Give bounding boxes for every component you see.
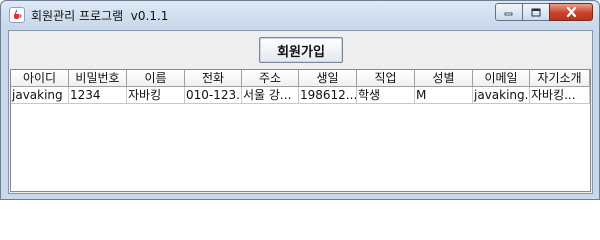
title-bar[interactable]: 회원관리 프로그램 v0.1.1 [1, 1, 599, 29]
column-header-birthday[interactable]: 생일 [299, 70, 357, 87]
column-header-email[interactable]: 이메일 [473, 70, 530, 87]
close-button[interactable] [549, 3, 593, 21]
column-header-password[interactable]: 비밀번호 [69, 70, 127, 87]
window-title: 회원관리 프로그램 v0.1.1 [31, 9, 169, 23]
table-header: 아이디 비밀번호 이름 전화 주소 생일 직업 성별 이메일 자기소개 [11, 70, 590, 87]
column-header-id[interactable]: 아이디 [11, 70, 69, 87]
join-member-button[interactable]: 회원가입 [259, 37, 343, 63]
java-cup-icon [9, 7, 25, 23]
column-header-intro[interactable]: 자기소개 [530, 70, 590, 87]
minimize-button[interactable] [495, 3, 522, 21]
cell-gender[interactable]: M [415, 87, 473, 104]
column-header-phone[interactable]: 전화 [185, 70, 242, 87]
column-header-address[interactable]: 주소 [242, 70, 299, 87]
cell-password[interactable]: 1234 [69, 87, 127, 104]
cell-job[interactable]: 학생 [357, 87, 415, 104]
content-pane: 회원가입 아이디 비밀번호 이름 전화 주소 생일 직업 성별 이메일 자기소개… [8, 30, 593, 194]
member-table-scrollpane[interactable]: 아이디 비밀번호 이름 전화 주소 생일 직업 성별 이메일 자기소개 java… [10, 69, 591, 192]
cell-name[interactable]: 자바킹 [127, 87, 185, 104]
close-icon [566, 7, 576, 17]
cell-phone[interactable]: 010-123... [185, 87, 242, 104]
cell-email[interactable]: javaking... [473, 87, 530, 104]
cell-address[interactable]: 서울 강... [242, 87, 299, 104]
top-panel: 회원가입 [9, 31, 592, 69]
app-window: 회원관리 프로그램 v0.1.1 회원가입 아이디 비밀번호 이름 전화 주소 … [0, 0, 600, 200]
member-table: 아이디 비밀번호 이름 전화 주소 생일 직업 성별 이메일 자기소개 java… [11, 70, 590, 104]
maximize-button[interactable] [522, 3, 549, 21]
window-controls [495, 3, 593, 21]
cell-intro[interactable]: 자바킹... [530, 87, 590, 104]
table-row[interactable]: javaking 1234 자바킹 010-123... 서울 강... 198… [11, 87, 590, 104]
column-header-job[interactable]: 직업 [357, 70, 415, 87]
cell-birthday[interactable]: 198612... [299, 87, 357, 104]
column-header-name[interactable]: 이름 [127, 70, 185, 87]
minimize-icon [504, 12, 513, 16]
cell-id[interactable]: javaking [11, 87, 69, 104]
maximize-icon [531, 8, 541, 16]
column-header-gender[interactable]: 성별 [415, 70, 473, 87]
